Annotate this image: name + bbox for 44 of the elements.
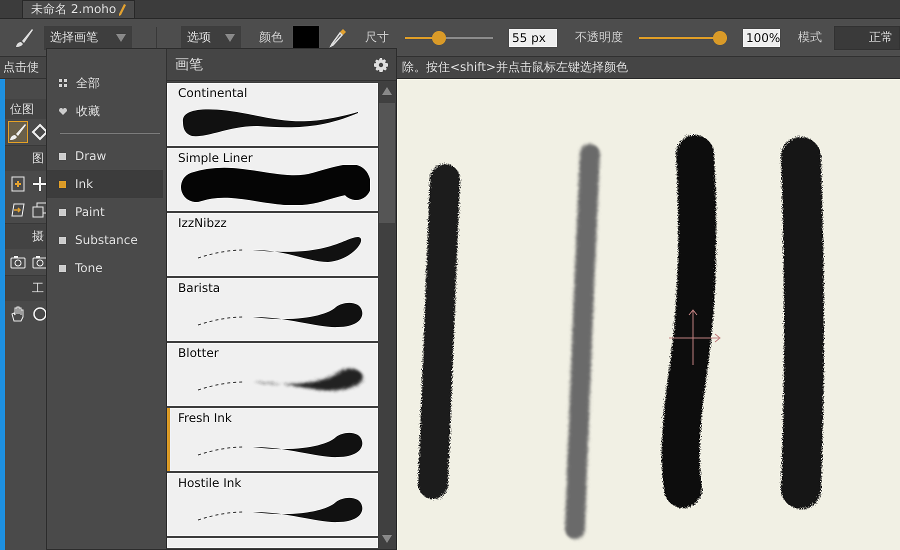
size-field[interactable]: 55 px (509, 28, 557, 46)
size-slider[interactable] (405, 30, 493, 44)
section-header[interactable]: 摄 (5, 223, 46, 249)
brush-card[interactable]: Barista (167, 278, 378, 341)
mode-label: 模式 (798, 29, 822, 46)
brushes-title: 画笔 (175, 56, 203, 74)
crosshair-icon (668, 309, 721, 366)
heart-icon (59, 108, 67, 114)
collection-item[interactable]: Paint (47, 198, 163, 226)
status-text: 点击使 (3, 59, 39, 76)
brush-card[interactable]: Blotter (167, 343, 378, 406)
collection-item[interactable]: Draw (47, 142, 163, 170)
brush-card[interactable]: Continental (167, 83, 378, 146)
color-swatch[interactable] (293, 26, 319, 50)
brush-card[interactable]: Fresh Ink (167, 408, 378, 471)
opacity-label: 不透明度 (575, 29, 623, 46)
scroll-down-icon[interactable] (382, 535, 392, 543)
opacity-field[interactable]: 100% (743, 28, 780, 46)
eyedropper-icon[interactable] (329, 28, 347, 48)
status-text: 除。按住<shift>并点击鼠标左键选择颜色 (402, 59, 628, 76)
brush-icon[interactable] (14, 28, 34, 48)
collection-item[interactable]: Tone (47, 254, 163, 282)
filter-item[interactable]: 全部 (47, 69, 166, 97)
section-header[interactable]: 工 (5, 275, 46, 301)
document-tab[interactable]: 未命名 2.moho (22, 0, 136, 18)
filter-item[interactable]: 收藏 (47, 97, 166, 125)
section-header[interactable]: 图 (5, 145, 46, 171)
color-label: 颜色 (259, 29, 283, 46)
brush-tool-button[interactable] (8, 121, 28, 143)
opacity-slider[interactable] (639, 30, 727, 44)
grid-icon (59, 79, 67, 87)
brush-picker-dropdown[interactable]: 选择画笔 (44, 26, 132, 50)
options-dropdown[interactable]: 选项 (181, 26, 241, 50)
brush-card[interactable]: Simple Liner (167, 148, 378, 211)
scroll-up-icon[interactable] (382, 87, 392, 95)
collection-item[interactable]: Substance (47, 226, 163, 254)
size-label: 尺寸 (365, 29, 389, 46)
panel-heading: 位图 (5, 99, 46, 119)
brush-card[interactable]: IzzNibzz (167, 213, 378, 276)
brush-card[interactable]: Hostile Ink (167, 473, 378, 536)
settings-icon[interactable] (374, 58, 388, 72)
mode-dropdown[interactable]: 正常 (834, 26, 900, 50)
scrollbar-thumb[interactable] (379, 103, 395, 223)
collection-item[interactable]: Ink (47, 170, 163, 198)
